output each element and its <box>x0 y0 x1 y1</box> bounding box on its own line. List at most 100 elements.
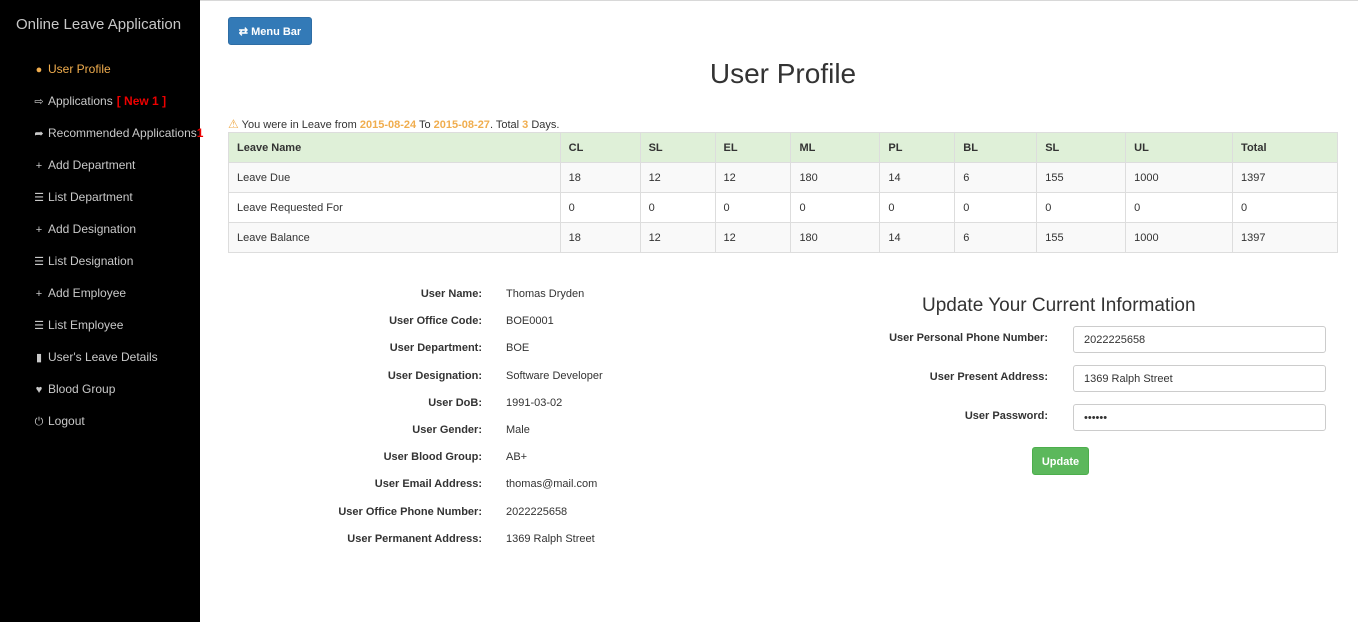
profile-row: User Blood Group: AB+ <box>228 446 788 473</box>
profile-label: User Department: <box>389 342 482 355</box>
update-form-title: Update Your Current Information <box>922 295 1196 316</box>
app-title: Online Leave Application <box>16 16 182 33</box>
sidebar-item-label: User Profile <box>48 62 111 76</box>
table-cell: 1397 <box>1232 222 1338 253</box>
table-row: Leave Due 18 12 12 180 14 6 155 1000 1397 <box>228 162 1338 193</box>
column-header: UL <box>1125 132 1234 163</box>
sidebar-item-user-s-leave-details[interactable]: ▮ User's Leave Details <box>0 341 200 373</box>
profile-value: BOE0001 <box>506 315 554 328</box>
power-icon: ⏻ <box>34 416 44 428</box>
profile-value: Software Developer <box>506 369 603 382</box>
page-title: User Profile <box>709 58 857 89</box>
table-cell: Leave Due <box>228 162 561 193</box>
sidebar-item-list-employee[interactable]: ☰ List Employee <box>0 309 200 341</box>
table-cell: 1397 <box>1232 162 1338 193</box>
sidebar-item-label: List Designation <box>48 254 134 268</box>
profile-row: User Office Phone Number: 2022225658 <box>228 501 788 528</box>
profile-label: User Office Code: <box>389 315 482 328</box>
table-cell: 12 <box>639 162 716 193</box>
sidebar: Online Leave Application ● User Profile ⇨ A… <box>0 0 203 622</box>
personal-phone-input[interactable] <box>1073 326 1326 353</box>
profile-label: User DoB: <box>428 396 482 409</box>
notice-total-text: . Total <box>489 119 523 131</box>
profile-value: thomas@mail.com <box>506 478 598 491</box>
heartbeat-icon: ♥ <box>35 384 43 396</box>
profile-value: 2022225658 <box>506 505 568 518</box>
profile-value: BOE <box>506 342 530 355</box>
password-input[interactable] <box>1073 404 1326 431</box>
sidebar-item-list-designation[interactable]: ☰ List Designation <box>0 245 200 277</box>
table-cell: 6 <box>954 162 1038 193</box>
profile-details: User Name: Thomas Dryden User Office Code:… <box>228 283 788 555</box>
new-badge: [ New 1 ] <box>116 94 167 108</box>
profile-label: User Name: <box>420 288 482 300</box>
profile-row: User Email Address: thomas@mail.com <box>228 473 788 500</box>
table-cell: 0 <box>559 192 641 223</box>
table-cell: 0 <box>790 192 881 223</box>
sidebar-item-applications[interactable]: ⇨ Applications[ New 1 ] <box>0 85 200 117</box>
table-row: Leave Requested For 0 0 0 0 0 0 0 0 0 <box>228 192 1338 223</box>
table-cell: 0 <box>639 192 716 223</box>
list-icon: ☰ <box>34 320 44 332</box>
sidebar-item-logout[interactable]: ⏻ Logout <box>0 405 200 437</box>
table-cell: 0 <box>954 192 1038 223</box>
sidebar-item-recommended-applications[interactable]: ➦ Recommended Applications1 <box>0 117 203 149</box>
notice-mid: To <box>416 119 434 131</box>
table-cell: 155 <box>1036 162 1127 193</box>
column-header: SL <box>1036 132 1127 163</box>
profile-label: User Email Address: <box>374 478 482 491</box>
profile-value: 1369 Ralph Street <box>506 532 595 545</box>
notice-prefix: You were in Leave from <box>241 119 360 131</box>
profile-row: User Permanent Address: 1369 Ralph Street <box>228 528 788 555</box>
sidebar-item-list-department[interactable]: ☰ List Department <box>0 181 200 213</box>
password-label: User Password: <box>964 410 1048 422</box>
leave-notice: ⚠ You were in Leave from 2015-08-24 To 2… <box>228 117 559 131</box>
profile-value: 1991-03-02 <box>506 396 563 409</box>
table-cell: 14 <box>879 222 956 253</box>
profile-row: User Gender: Male <box>228 419 788 446</box>
phone-row: User Personal Phone Number: <box>860 326 1330 353</box>
profile-label: User Office Phone Number: <box>338 505 482 518</box>
table-cell: 1000 <box>1125 222 1234 253</box>
table-cell: 0 <box>714 192 792 223</box>
profile-label: User Designation: <box>387 369 482 382</box>
notice-suffix: Days. <box>528 119 560 131</box>
table-cell: 0 <box>879 192 956 223</box>
profile-label: User Gender: <box>412 423 482 436</box>
table-cell: 155 <box>1036 222 1127 253</box>
sidebar-item-blood-group[interactable]: ♥ Blood Group <box>0 373 200 405</box>
sidebar-item-label: List Employee <box>48 318 124 332</box>
profile-label: User Blood Group: <box>383 451 482 464</box>
menu-bar-button[interactable]: ⇄ Menu Bar <box>228 17 312 45</box>
table-cell: Leave Requested For <box>228 192 561 223</box>
column-header: EL <box>714 132 792 163</box>
sidebar-item-label: Applications <box>48 94 113 108</box>
table-cell: 18 <box>559 162 641 193</box>
table-cell: 1000 <box>1125 162 1234 193</box>
list-icon: ☰ <box>34 256 44 268</box>
table-cell: 6 <box>954 222 1038 253</box>
table-row: Leave Balance 18 12 12 180 14 6 155 1000 1397 <box>228 222 1338 253</box>
table-cell: 180 <box>790 222 881 253</box>
list-icon: ☰ <box>34 192 44 204</box>
present-address-input[interactable] <box>1073 365 1326 392</box>
plus-icon: + <box>35 224 43 236</box>
leave-table: Leave Name CL SL EL ML PL BL SL UL Total Leave Du… <box>228 132 1338 253</box>
sidebar-item-add-employee[interactable]: + Add Employee <box>0 277 200 309</box>
sidebar-item-user-profile[interactable]: ● User Profile <box>0 53 200 85</box>
sidebar-item-add-designation[interactable]: + Add Designation <box>0 213 200 245</box>
sign-out-icon: ⇨ <box>34 96 44 108</box>
sidebar-item-add-department[interactable]: + Add Department <box>0 149 200 181</box>
profile-row: User Designation: Software Developer <box>228 365 788 392</box>
sidebar-item-label: Logout <box>48 414 85 428</box>
table-cell: 12 <box>714 222 792 253</box>
table-cell: 180 <box>790 162 881 193</box>
update-button[interactable]: Update <box>1032 447 1089 475</box>
profile-row: User Name: Thomas Dryden <box>228 283 788 310</box>
top-border <box>200 0 1358 1</box>
profile-row: User DoB: 1991-03-02 <box>228 392 788 419</box>
phone-label: User Personal Phone Number: <box>889 332 1048 344</box>
table-cell: 0 <box>1036 192 1127 223</box>
column-header: Leave Name <box>228 132 561 163</box>
column-header: SL <box>639 132 716 163</box>
